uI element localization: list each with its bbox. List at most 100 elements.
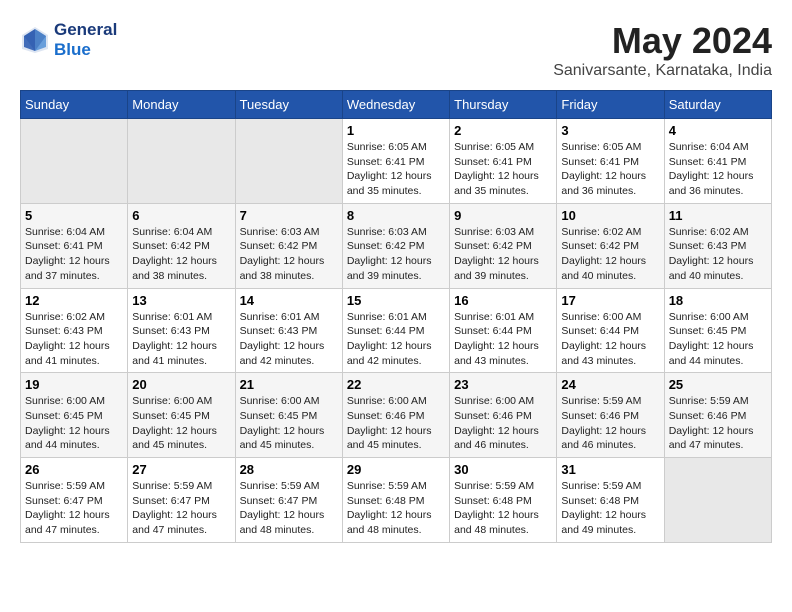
- title-block: May 2024 Sanivarsante, Karnataka, India: [553, 20, 772, 80]
- calendar-week-row: 1Sunrise: 6:05 AMSunset: 6:41 PMDaylight…: [21, 119, 772, 204]
- calendar-header-row: SundayMondayTuesdayWednesdayThursdayFrid…: [21, 91, 772, 119]
- day-number: 3: [561, 123, 659, 138]
- day-number: 27: [132, 462, 230, 477]
- calendar-cell: 27 Sunrise: 5:59 AMSunset: 6:47 PMDayligh…: [128, 458, 235, 543]
- calendar-cell: 8Sunrise: 6:03 AMSunset: 6:42 PMDaylight…: [342, 203, 449, 288]
- day-info: Sunrise: 5:59 AMSunset: 6:46 PMDaylight:…: [561, 394, 659, 453]
- calendar-cell: 4 Sunrise: 6:04 AMSunset: 6:41 PMDaylight…: [664, 119, 771, 204]
- day-number: 9: [454, 208, 552, 223]
- day-info: Sunrise: 6:00 AMSunset: 6:45 PMDaylight:…: [669, 310, 767, 369]
- day-info: Sunrise: 6:00 AMSunset: 6:46 PMDaylight:…: [347, 394, 445, 453]
- day-info: Sunrise: 6:05 AMSunset: 6:41 PMDaylight:…: [347, 140, 445, 199]
- calendar-cell: 9 Sunrise: 6:03 AMSunset: 6:42 PMDaylight…: [450, 203, 557, 288]
- calendar-week-row: 19 Sunrise: 6:00 AMSunset: 6:45 PMDayligh…: [21, 373, 772, 458]
- day-info: Sunrise: 6:03 AMSunset: 6:42 PMDaylight:…: [347, 225, 445, 284]
- calendar-cell: 10 Sunrise: 6:02 AMSunset: 6:42 PMDayligh…: [557, 203, 664, 288]
- weekday-header-monday: Monday: [128, 91, 235, 119]
- day-info: Sunrise: 6:01 AMSunset: 6:44 PMDaylight:…: [347, 310, 445, 369]
- calendar-week-row: 5 Sunrise: 6:04 AMSunset: 6:41 PMDaylight…: [21, 203, 772, 288]
- day-info: Sunrise: 6:00 AMSunset: 6:45 PMDaylight:…: [132, 394, 230, 453]
- calendar-cell: 18 Sunrise: 6:00 AMSunset: 6:45 PMDayligh…: [664, 288, 771, 373]
- day-info: Sunrise: 6:00 AMSunset: 6:45 PMDaylight:…: [240, 394, 338, 453]
- calendar-cell: 13Sunrise: 6:01 AMSunset: 6:43 PMDayligh…: [128, 288, 235, 373]
- day-number: 2: [454, 123, 552, 138]
- day-info: Sunrise: 6:02 AMSunset: 6:43 PMDaylight:…: [669, 225, 767, 284]
- calendar-cell: 7Sunrise: 6:03 AMSunset: 6:42 PMDaylight…: [235, 203, 342, 288]
- day-info: Sunrise: 6:04 AMSunset: 6:41 PMDaylight:…: [669, 140, 767, 199]
- logo: General Blue: [20, 20, 117, 60]
- day-number: 24: [561, 377, 659, 392]
- calendar-cell: 25 Sunrise: 5:59 AMSunset: 6:46 PMDayligh…: [664, 373, 771, 458]
- day-info: Sunrise: 6:03 AMSunset: 6:42 PMDaylight:…: [454, 225, 552, 284]
- calendar-cell: 19 Sunrise: 6:00 AMSunset: 6:45 PMDayligh…: [21, 373, 128, 458]
- calendar-location: Sanivarsante, Karnataka, India: [553, 62, 772, 80]
- calendar-cell: [235, 119, 342, 204]
- day-info: Sunrise: 6:05 AMSunset: 6:41 PMDaylight:…: [561, 140, 659, 199]
- day-info: Sunrise: 5:59 AMSunset: 6:48 PMDaylight:…: [561, 479, 659, 538]
- calendar-title: May 2024: [553, 20, 772, 62]
- calendar-cell: [128, 119, 235, 204]
- calendar-cell: 31 Sunrise: 5:59 AMSunset: 6:48 PMDayligh…: [557, 458, 664, 543]
- day-number: 19: [25, 377, 123, 392]
- day-info: Sunrise: 6:01 AMSunset: 6:44 PMDaylight:…: [454, 310, 552, 369]
- day-info: Sunrise: 6:05 AMSunset: 6:41 PMDaylight:…: [454, 140, 552, 199]
- day-info: Sunrise: 5:59 AMSunset: 6:47 PMDaylight:…: [25, 479, 123, 538]
- calendar-cell: 28Sunrise: 5:59 AMSunset: 6:47 PMDayligh…: [235, 458, 342, 543]
- calendar-cell: 14 Sunrise: 6:01 AMSunset: 6:43 PMDayligh…: [235, 288, 342, 373]
- calendar-cell: 12 Sunrise: 6:02 AMSunset: 6:43 PMDayligh…: [21, 288, 128, 373]
- weekday-header-wednesday: Wednesday: [342, 91, 449, 119]
- day-info: Sunrise: 6:02 AMSunset: 6:42 PMDaylight:…: [561, 225, 659, 284]
- day-info: Sunrise: 6:00 AMSunset: 6:45 PMDaylight:…: [25, 394, 123, 453]
- calendar-cell: [664, 458, 771, 543]
- day-info: Sunrise: 5:59 AMSunset: 6:47 PMDaylight:…: [132, 479, 230, 538]
- day-number: 10: [561, 208, 659, 223]
- day-info: Sunrise: 5:59 AMSunset: 6:48 PMDaylight:…: [347, 479, 445, 538]
- calendar-cell: 6Sunrise: 6:04 AMSunset: 6:42 PMDaylight…: [128, 203, 235, 288]
- logo-text: General Blue: [54, 20, 117, 60]
- day-number: 15: [347, 293, 445, 308]
- calendar-cell: 5 Sunrise: 6:04 AMSunset: 6:41 PMDaylight…: [21, 203, 128, 288]
- day-info: Sunrise: 6:01 AMSunset: 6:43 PMDaylight:…: [240, 310, 338, 369]
- day-number: 21: [240, 377, 338, 392]
- calendar-cell: 29Sunrise: 5:59 AMSunset: 6:48 PMDayligh…: [342, 458, 449, 543]
- calendar-cell: 15 Sunrise: 6:01 AMSunset: 6:44 PMDayligh…: [342, 288, 449, 373]
- calendar-cell: [21, 119, 128, 204]
- day-info: Sunrise: 5:59 AMSunset: 6:48 PMDaylight:…: [454, 479, 552, 538]
- calendar-cell: 26 Sunrise: 5:59 AMSunset: 6:47 PMDayligh…: [21, 458, 128, 543]
- day-number: 13: [132, 293, 230, 308]
- calendar-cell: 23Sunrise: 6:00 AMSunset: 6:46 PMDayligh…: [450, 373, 557, 458]
- weekday-header-sunday: Sunday: [21, 91, 128, 119]
- weekday-header-friday: Friday: [557, 91, 664, 119]
- day-number: 20: [132, 377, 230, 392]
- day-number: 30: [454, 462, 552, 477]
- calendar-cell: 30 Sunrise: 5:59 AMSunset: 6:48 PMDayligh…: [450, 458, 557, 543]
- calendar-week-row: 12 Sunrise: 6:02 AMSunset: 6:43 PMDayligh…: [21, 288, 772, 373]
- day-number: 25: [669, 377, 767, 392]
- calendar-cell: 3 Sunrise: 6:05 AMSunset: 6:41 PMDaylight…: [557, 119, 664, 204]
- day-number: 12: [25, 293, 123, 308]
- day-number: 5: [25, 208, 123, 223]
- day-info: Sunrise: 6:00 AMSunset: 6:46 PMDaylight:…: [454, 394, 552, 453]
- calendar-cell: 16 Sunrise: 6:01 AMSunset: 6:44 PMDayligh…: [450, 288, 557, 373]
- day-number: 11: [669, 208, 767, 223]
- day-number: 18: [669, 293, 767, 308]
- calendar-cell: 1Sunrise: 6:05 AMSunset: 6:41 PMDaylight…: [342, 119, 449, 204]
- day-number: 31: [561, 462, 659, 477]
- calendar-cell: 2 Sunrise: 6:05 AMSunset: 6:41 PMDaylight…: [450, 119, 557, 204]
- day-number: 4: [669, 123, 767, 138]
- calendar-cell: 21 Sunrise: 6:00 AMSunset: 6:45 PMDayligh…: [235, 373, 342, 458]
- calendar-week-row: 26 Sunrise: 5:59 AMSunset: 6:47 PMDayligh…: [21, 458, 772, 543]
- day-number: 14: [240, 293, 338, 308]
- page-header: General Blue May 2024 Sanivarsante, Karn…: [20, 20, 772, 80]
- weekday-header-tuesday: Tuesday: [235, 91, 342, 119]
- day-info: Sunrise: 6:02 AMSunset: 6:43 PMDaylight:…: [25, 310, 123, 369]
- day-number: 22: [347, 377, 445, 392]
- day-info: Sunrise: 5:59 AMSunset: 6:47 PMDaylight:…: [240, 479, 338, 538]
- day-info: Sunrise: 6:04 AMSunset: 6:41 PMDaylight:…: [25, 225, 123, 284]
- day-info: Sunrise: 5:59 AMSunset: 6:46 PMDaylight:…: [669, 394, 767, 453]
- day-number: 26: [25, 462, 123, 477]
- day-number: 16: [454, 293, 552, 308]
- logo-icon: [20, 25, 50, 55]
- calendar-cell: 20 Sunrise: 6:00 AMSunset: 6:45 PMDayligh…: [128, 373, 235, 458]
- day-info: Sunrise: 6:04 AMSunset: 6:42 PMDaylight:…: [132, 225, 230, 284]
